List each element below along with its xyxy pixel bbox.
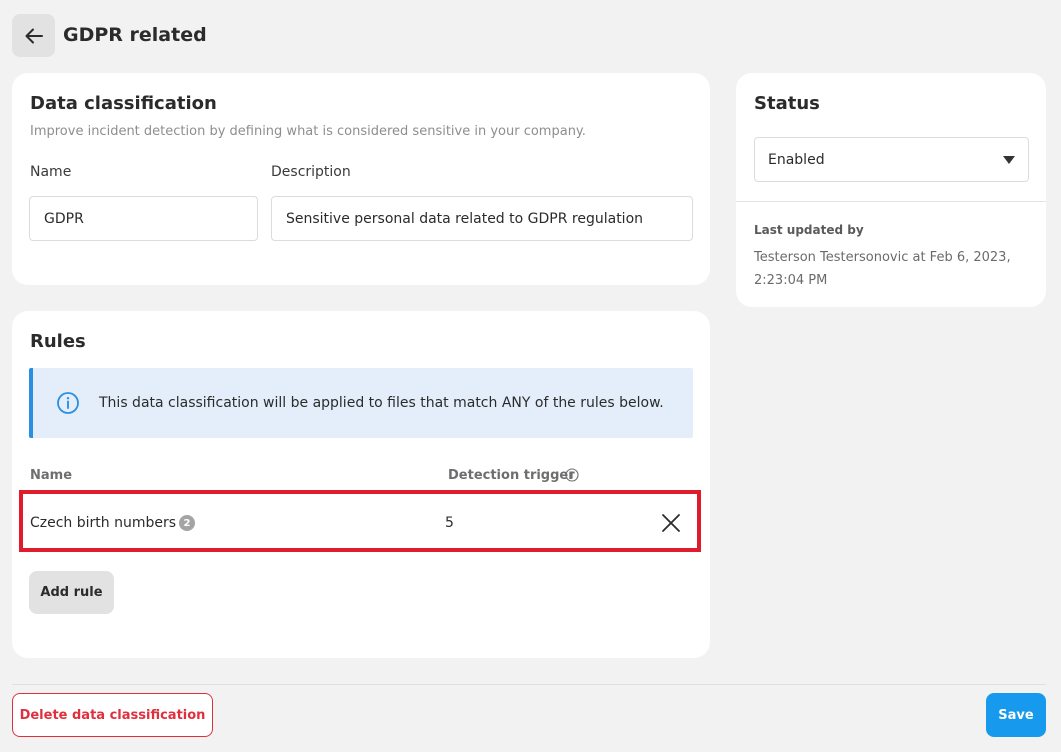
- rule-detection-trigger: 5: [445, 515, 454, 531]
- info-circle-icon: [57, 392, 79, 414]
- status-selected-value: Enabled: [768, 152, 825, 168]
- close-icon: [662, 514, 680, 532]
- arrow-left-icon: [25, 28, 43, 43]
- data-classification-subtitle: Improve incident detection by defining w…: [30, 124, 586, 139]
- table-row: Czech birth numbers 2 5: [19, 490, 701, 552]
- info-text: This data classification will be applied…: [99, 395, 664, 411]
- save-button[interactable]: Save: [986, 693, 1046, 737]
- status-card: Status Enabled Last updated by Testerson…: [736, 73, 1046, 307]
- caret-down-icon: [1003, 156, 1015, 164]
- page: GDPR related Data classification Improve…: [0, 0, 1061, 752]
- description-label: Description: [271, 164, 351, 180]
- remove-rule-button[interactable]: [659, 511, 683, 535]
- rule-name: Czech birth numbers: [30, 515, 177, 531]
- data-classification-title: Data classification: [30, 93, 217, 114]
- description-input[interactable]: [271, 196, 693, 241]
- name-input[interactable]: [29, 196, 258, 241]
- info-banner: This data classification will be applied…: [29, 368, 693, 438]
- add-rule-button[interactable]: Add rule: [29, 571, 114, 614]
- status-title: Status: [754, 93, 820, 114]
- footer-divider: [12, 684, 1046, 685]
- back-button[interactable]: [12, 14, 55, 57]
- column-header-detection-trigger: Detection trigger: [448, 468, 575, 483]
- last-updated-label: Last updated by: [754, 223, 864, 237]
- column-header-name: Name: [30, 468, 73, 483]
- status-select[interactable]: Enabled: [754, 137, 1029, 182]
- data-classification-card: Data classification Improve incident det…: [12, 73, 710, 285]
- delete-data-classification-button[interactable]: Delete data classification: [12, 693, 213, 737]
- name-label: Name: [30, 164, 72, 180]
- last-updated-value: Testerson Testersonovic at Feb 6, 2023, …: [754, 250, 1011, 288]
- rules-title: Rules: [30, 331, 86, 352]
- status-divider: [736, 201, 1046, 202]
- rules-card: Rules This data classification will be a…: [12, 311, 710, 658]
- info-circle-icon[interactable]: [565, 468, 579, 482]
- page-title: GDPR related: [63, 24, 207, 46]
- rule-count-badge: 2: [179, 515, 195, 531]
